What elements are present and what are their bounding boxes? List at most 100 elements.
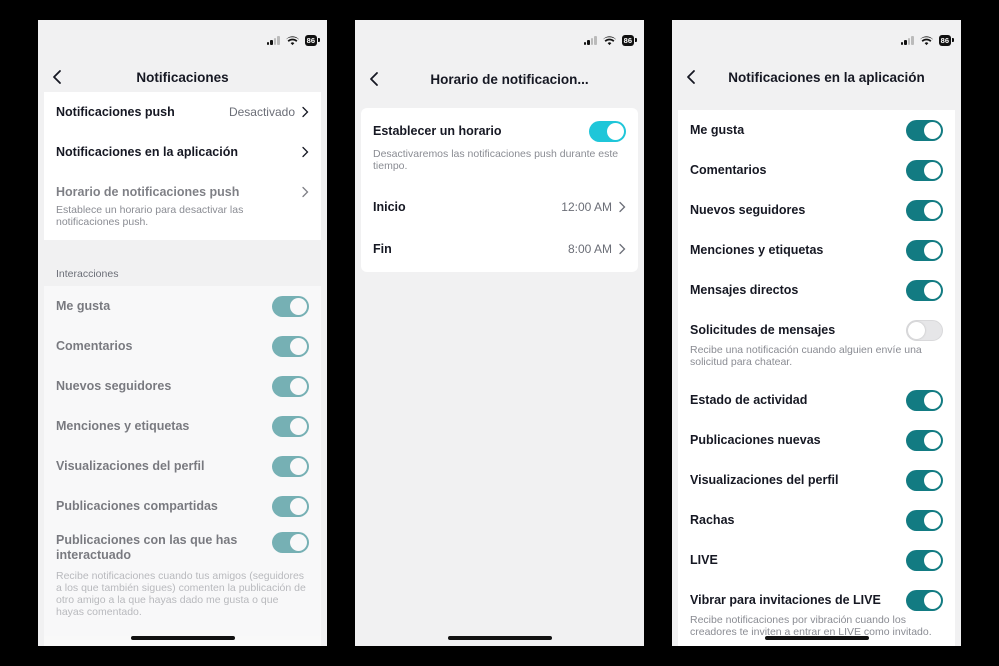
status-bar: 86 xyxy=(583,35,638,46)
row-label: Me gusta xyxy=(56,299,111,313)
row-label: Solicitudes de mensajes xyxy=(690,323,836,337)
push-settings-card: Notificaciones push Desactivado Notifica… xyxy=(44,92,321,240)
status-bar: 86 xyxy=(266,35,321,46)
push-status-value: Desactivado xyxy=(228,105,295,119)
chevron-right-icon xyxy=(619,201,626,213)
set-schedule-toggle[interactable] xyxy=(589,120,626,142)
live-toggle[interactable] xyxy=(906,549,943,571)
home-indicator xyxy=(447,636,552,640)
interactions-card: Me gusta Comentarios Nuevos seguidores M… xyxy=(44,286,321,646)
toggle-row: Menciones y etiquetas xyxy=(44,406,321,446)
toggle-row: Visualizaciones del perfil xyxy=(678,460,955,500)
status-bar: 86 xyxy=(900,35,955,46)
start-time-row[interactable]: Inicio 12:00 AM xyxy=(361,186,638,228)
battery-icon: 86 xyxy=(304,35,321,46)
nav-bar: Notificaciones en la aplicación xyxy=(672,62,961,92)
profile-views-toggle[interactable] xyxy=(906,469,943,491)
page-title: Notificaciones xyxy=(136,69,229,85)
nav-bar: Notificaciones xyxy=(38,62,327,92)
new-posts-toggle[interactable] xyxy=(906,429,943,451)
row-label: Me gusta xyxy=(690,123,745,137)
toggle-row: Menciones y etiquetas xyxy=(678,230,955,270)
section-title-interactions: Interacciones xyxy=(56,268,119,280)
set-schedule-row: Establecer un horario xyxy=(361,108,638,154)
battery-icon: 86 xyxy=(938,35,955,46)
likes-toggle[interactable] xyxy=(906,119,943,141)
toggle-row: Me gusta xyxy=(678,110,955,150)
notifications-screen: 86 Notificaciones Notificaciones push De… xyxy=(38,20,327,646)
toggle-row: Estado de actividad xyxy=(678,380,955,420)
back-arrow-icon[interactable] xyxy=(682,67,702,87)
in-app-toggles-card: Me gusta Comentarios Nuevos seguidores M… xyxy=(678,110,955,646)
toggle-row: LIVE xyxy=(678,540,955,580)
likes-toggle[interactable] xyxy=(272,295,309,317)
activity-status-toggle[interactable] xyxy=(906,389,943,411)
push-notifications-row[interactable]: Notificaciones push Desactivado xyxy=(44,92,321,132)
comments-toggle[interactable] xyxy=(906,159,943,181)
page-title: Notificaciones en la aplicación xyxy=(728,69,925,85)
row-label: Publicaciones nuevas xyxy=(690,433,821,447)
home-indicator xyxy=(130,636,235,640)
schedule-card: Establecer un horario Desactivaremos las… xyxy=(361,108,638,272)
toggle-row: Nuevos seguidores xyxy=(678,190,955,230)
row-label: Comentarios xyxy=(56,339,133,353)
shared-posts-toggle[interactable] xyxy=(272,495,309,517)
start-time-value: 12:00 AM xyxy=(561,200,612,214)
push-schedule-screen: 86 Horario de notificacion... Establecer… xyxy=(355,20,644,646)
toggle-row: Mensajes directos xyxy=(678,270,955,310)
row-label: Visualizaciones del perfil xyxy=(690,473,839,487)
row-label: Vibrar para invitaciones de LIVE xyxy=(690,593,881,607)
back-arrow-icon[interactable] xyxy=(365,69,385,89)
row-label: Nuevos seguidores xyxy=(690,203,806,217)
row-label: Notificaciones push xyxy=(56,105,175,119)
signal-icon xyxy=(266,36,280,45)
interacted-posts-description: Recibe notificaciones cuando tus amigos … xyxy=(56,570,306,618)
new-followers-toggle[interactable] xyxy=(272,375,309,397)
wifi-icon xyxy=(285,35,299,45)
battery-icon: 86 xyxy=(621,35,638,46)
mentions-toggle[interactable] xyxy=(906,239,943,261)
signal-icon xyxy=(583,36,597,45)
interacted-posts-toggle[interactable] xyxy=(272,531,309,553)
home-indicator xyxy=(764,636,869,640)
wifi-icon xyxy=(602,35,616,45)
toggle-row: Publicaciones con las que has interactua… xyxy=(44,526,321,570)
chevron-right-icon xyxy=(302,186,309,198)
back-arrow-icon[interactable] xyxy=(48,67,68,87)
row-label: Estado de actividad xyxy=(690,393,808,407)
live-invite-vibration-toggle[interactable] xyxy=(906,589,943,611)
row-label: Nuevos seguidores xyxy=(56,379,172,393)
push-schedule-row[interactable]: Horario de notificaciones push xyxy=(44,172,321,212)
profile-views-toggle[interactable] xyxy=(272,455,309,477)
row-label: Publicaciones compartidas xyxy=(56,499,218,513)
chevron-right-icon xyxy=(302,146,309,158)
page-title: Horario de notificacion... xyxy=(430,71,589,87)
toggle-row: Comentarios xyxy=(44,326,321,366)
toggle-row: Me gusta xyxy=(44,286,321,326)
end-time-row[interactable]: Fin 8:00 AM xyxy=(361,228,638,270)
in-app-notifications-row[interactable]: Notificaciones en la aplicación xyxy=(44,132,321,172)
nav-bar: Horario de notificacion... xyxy=(355,64,644,94)
new-followers-toggle[interactable] xyxy=(906,199,943,221)
row-label: Comentarios xyxy=(690,163,767,177)
toggle-row: Rachas xyxy=(678,500,955,540)
comments-toggle[interactable] xyxy=(272,335,309,357)
wifi-icon xyxy=(919,35,933,45)
in-app-notifications-screen: 86 Notificaciones en la aplicación Me gu… xyxy=(672,20,961,646)
direct-messages-toggle[interactable] xyxy=(906,279,943,301)
end-time-value: 8:00 AM xyxy=(567,242,612,256)
row-label: Rachas xyxy=(690,513,735,527)
row-label: Horario de notificaciones push xyxy=(56,185,240,199)
row-label: Notificaciones en la aplicación xyxy=(56,145,239,159)
toggle-row: Publicaciones nuevas xyxy=(678,420,955,460)
row-label: Publicaciones con las que has interactua… xyxy=(56,533,238,562)
streaks-toggle[interactable] xyxy=(906,509,943,531)
row-label: Mensajes directos xyxy=(690,283,799,297)
chevron-right-icon xyxy=(302,106,309,118)
message-requests-toggle[interactable] xyxy=(906,319,943,341)
signal-icon xyxy=(900,36,914,45)
row-label: Visualizaciones del perfil xyxy=(56,459,205,473)
mentions-toggle[interactable] xyxy=(272,415,309,437)
row-label: Inicio xyxy=(373,200,406,214)
row-label: Menciones y etiquetas xyxy=(690,243,824,257)
